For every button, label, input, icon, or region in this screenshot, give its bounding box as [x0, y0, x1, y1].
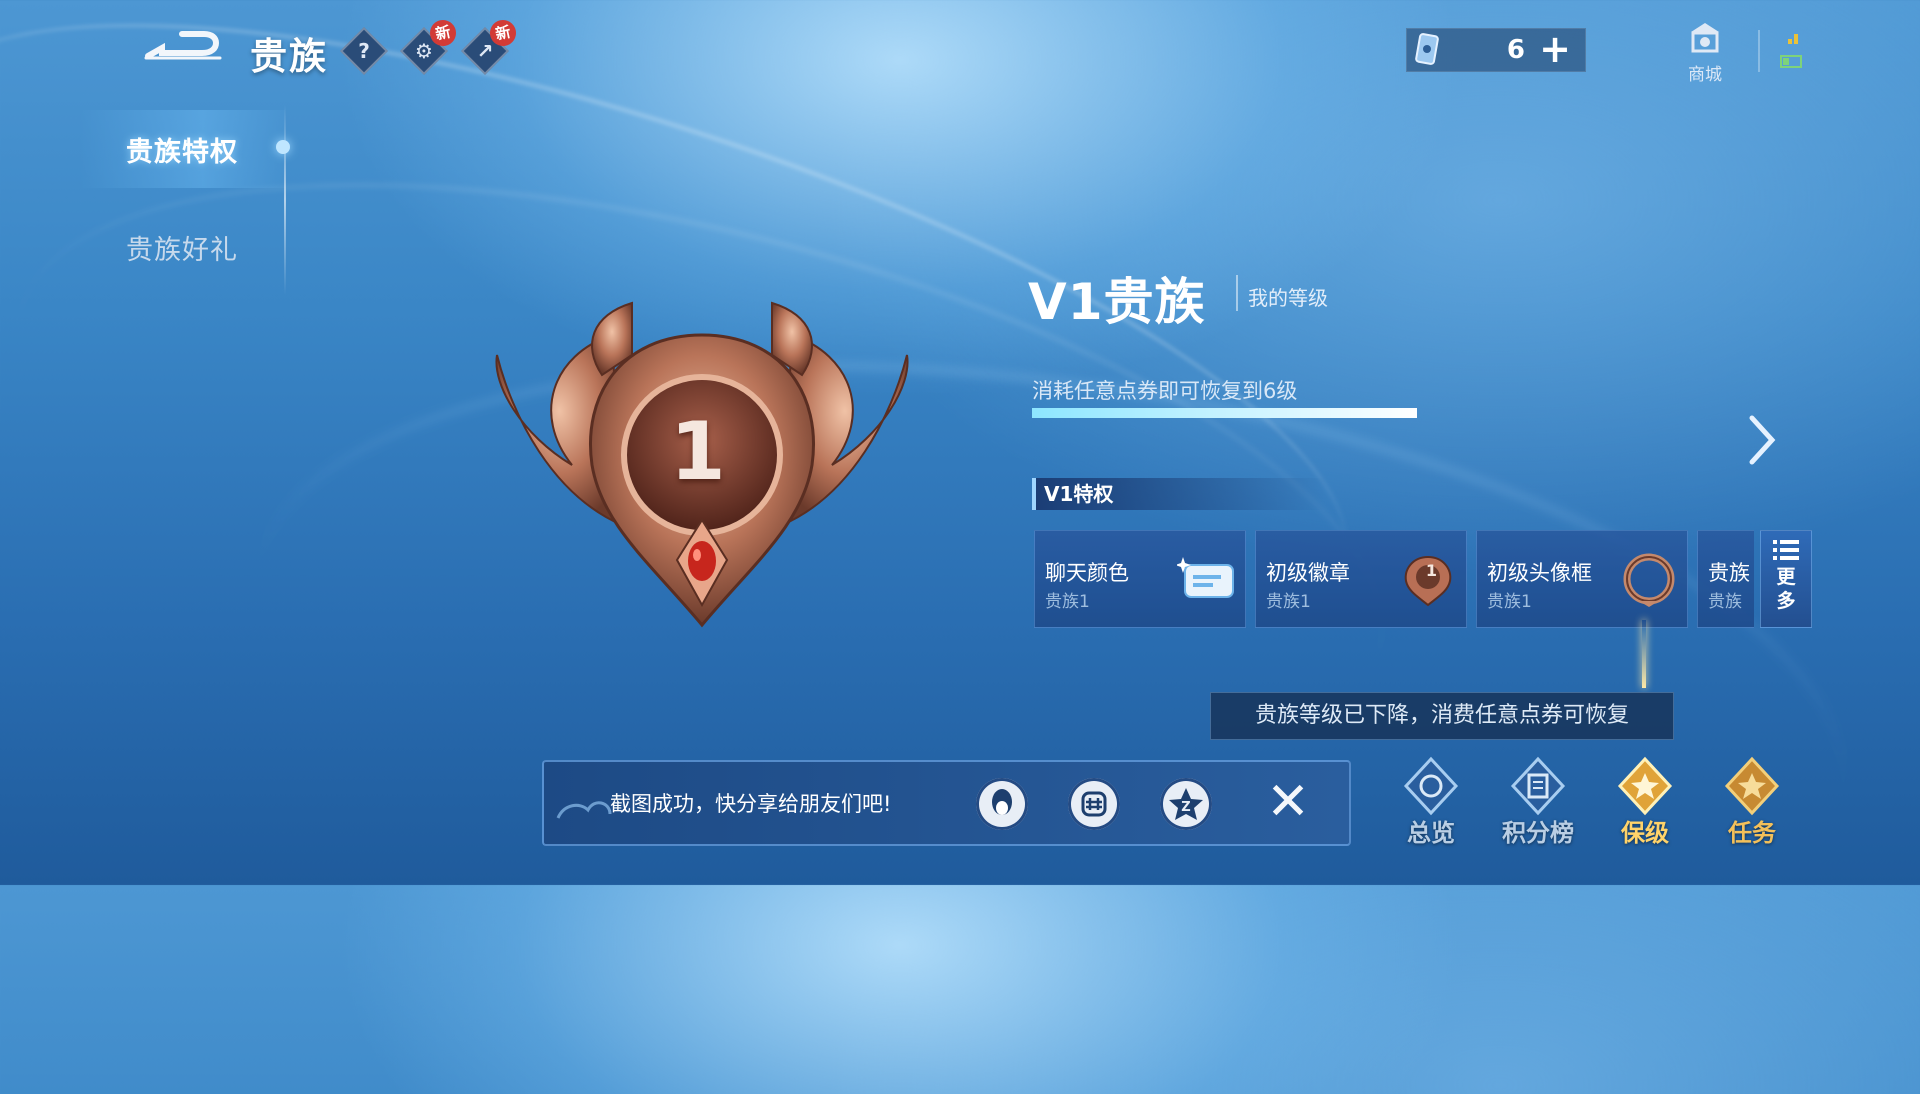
nav-tasks[interactable]: 任务 [1707, 755, 1797, 848]
back-button[interactable] [142, 26, 228, 68]
share-qq-button[interactable] [976, 778, 1028, 830]
ticket-count: 6 [1506, 35, 1525, 65]
level-subtitle: 我的等级 [1248, 286, 1328, 310]
nav-label: 保级 [1621, 819, 1669, 847]
qzone-star-icon: Z [1169, 788, 1203, 820]
cloud-decoration-icon [556, 801, 612, 819]
nav-protect-level[interactable]: 保级 [1600, 755, 1690, 848]
nav-overview[interactable]: 总览 [1386, 755, 1476, 848]
sidebar-divider [284, 105, 286, 295]
help-button[interactable]: ? [339, 26, 389, 76]
sidebar-item-privileges[interactable]: 贵族特权 [126, 130, 238, 169]
shop-icon [1691, 23, 1719, 53]
avatar-frame-icon [1623, 553, 1675, 607]
privilege-header: V1特权 [1032, 478, 1326, 510]
close-icon: ✕ [1266, 772, 1310, 832]
more-privileges-button[interactable]: 更 多 [1760, 530, 1812, 628]
chevron-right-icon[interactable] [1742, 410, 1782, 470]
share-qzone-button[interactable]: Z [1160, 778, 1212, 830]
signal-icon [1780, 34, 1802, 68]
privilege-name: 贵族 [1708, 561, 1750, 585]
privilege-card-partial[interactable]: 贵族 贵族 [1697, 530, 1754, 628]
divider [1236, 275, 1238, 311]
svg-text:Z: Z [1181, 800, 1190, 815]
privilege-level: 贵族1 [1045, 592, 1090, 612]
shop-button[interactable]: 商城 [1680, 20, 1730, 85]
chat-bubble-icon [1177, 557, 1234, 598]
more-label-1: 更 [1776, 566, 1796, 588]
privilege-level: 贵族1 [1266, 592, 1311, 612]
privilege-card-avatar-frame[interactable]: 初级头像框 贵族1 [1476, 530, 1688, 628]
shop-label: 商城 [1688, 65, 1722, 85]
ticket-balance[interactable]: 6 + [1406, 27, 1586, 72]
leaderboard-icon [1510, 756, 1566, 816]
page-title: 贵族 [250, 35, 328, 78]
level-progress-bar [1032, 408, 1417, 418]
overview-icon [1403, 756, 1459, 816]
progress-fill [1032, 408, 1417, 418]
privilege-card-chat-color[interactable]: 聊天颜色 贵族1 [1034, 530, 1246, 628]
back-arrow-icon [144, 31, 222, 60]
protect-level-icon [1617, 756, 1673, 816]
privilege-level: 贵族 [1708, 592, 1742, 612]
nav-label: 任务 [1728, 819, 1776, 847]
toast-message: 截图成功，快分享给朋友们吧! [610, 792, 892, 816]
nav-label: 总览 [1407, 819, 1455, 847]
moments-icon [1081, 791, 1107, 817]
downgrade-notice: 贵族等级已下降，消费任意点券可恢复 [1210, 692, 1674, 740]
level-title: V1贵族 [1028, 273, 1206, 331]
more-label-2: 多 [1776, 590, 1796, 612]
privilege-card-badge[interactable]: 初级徽章 贵族1 1 [1255, 530, 1467, 628]
share-toast: 截图成功，快分享给朋友们吧! Z ✕ [542, 760, 1351, 846]
qq-penguin-icon [992, 789, 1012, 815]
add-ticket-button[interactable]: + [1539, 27, 1571, 71]
tooltip-pointer [1642, 620, 1646, 688]
divider [1758, 30, 1760, 72]
privilege-header-label: V1特权 [1044, 482, 1114, 506]
privilege-name: 初级头像框 [1487, 561, 1592, 585]
ticket-icon [1415, 33, 1439, 65]
sidebar-item-gifts[interactable]: 贵族好礼 [126, 228, 238, 267]
nav-label: 积分榜 [1502, 819, 1574, 847]
badge-number: 1 [1425, 561, 1437, 580]
emblem-level-number: 1 [670, 405, 726, 498]
list-icon [1773, 540, 1799, 560]
privilege-list: 聊天颜色 贵族1 初级徽章 贵族1 1 初级头像框 贵族1 贵族 贵族 [1034, 530, 1754, 628]
close-button[interactable]: ✕ [1258, 772, 1318, 832]
share-wechat-moments-button[interactable] [1068, 778, 1120, 830]
privilege-level: 贵族1 [1487, 592, 1532, 612]
privilege-name: 聊天颜色 [1045, 561, 1129, 585]
sidebar-indicator-dot [276, 140, 290, 154]
help-icon: ? [358, 39, 370, 63]
tasks-icon [1724, 756, 1780, 816]
privilege-name: 初级徽章 [1266, 561, 1350, 585]
nav-leaderboard[interactable]: 积分榜 [1493, 755, 1583, 848]
restore-hint: 消耗任意点券即可恢复到6级 [1032, 379, 1298, 403]
